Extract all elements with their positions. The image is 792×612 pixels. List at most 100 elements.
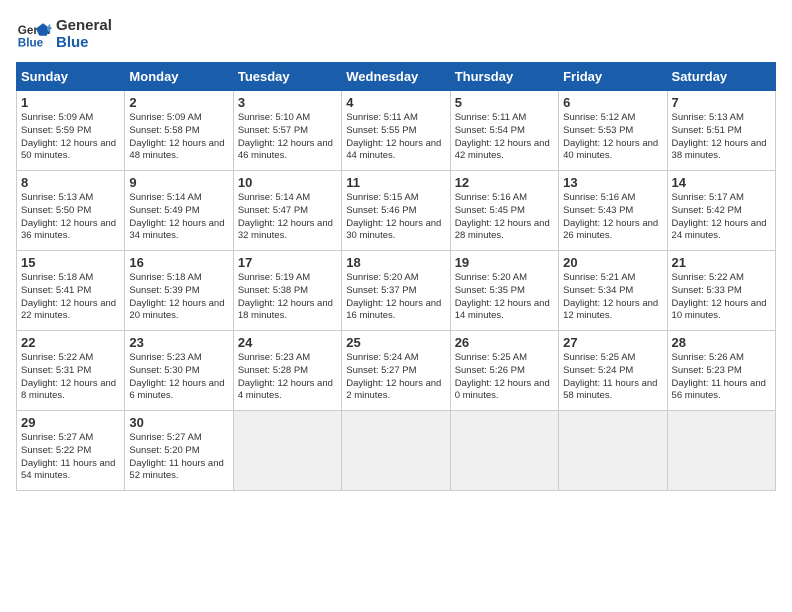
calendar-cell: 12 Sunrise: 5:16 AMSunset: 5:45 PMDayligh… [450,171,558,251]
day-info: Sunrise: 5:14 AMSunset: 5:49 PMDaylight:… [129,192,228,243]
day-number: 2 [129,95,228,110]
day-number: 29 [21,415,120,430]
day-number: 19 [455,255,554,270]
day-info: Sunrise: 5:16 AMSunset: 5:43 PMDaylight:… [563,192,662,243]
day-info: Sunrise: 5:20 AMSunset: 5:35 PMDaylight:… [455,272,554,323]
day-info: Sunrise: 5:18 AMSunset: 5:41 PMDaylight:… [21,272,120,323]
day-number: 30 [129,415,228,430]
calendar-cell [667,411,775,491]
calendar-cell: 19 Sunrise: 5:20 AMSunset: 5:35 PMDayligh… [450,251,558,331]
logo-icon: General Blue [16,16,52,52]
header-row: SundayMondayTuesdayWednesdayThursdayFrid… [17,63,776,91]
calendar-cell: 23 Sunrise: 5:23 AMSunset: 5:30 PMDayligh… [125,331,233,411]
calendar-cell: 26 Sunrise: 5:25 AMSunset: 5:26 PMDayligh… [450,331,558,411]
day-info: Sunrise: 5:11 AMSunset: 5:54 PMDaylight:… [455,112,554,163]
day-number: 17 [238,255,337,270]
week-row-3: 15 Sunrise: 5:18 AMSunset: 5:41 PMDayligh… [17,251,776,331]
calendar-cell [342,411,450,491]
week-row-2: 8 Sunrise: 5:13 AMSunset: 5:50 PMDaylight… [17,171,776,251]
day-number: 27 [563,335,662,350]
day-number: 9 [129,175,228,190]
day-info: Sunrise: 5:22 AMSunset: 5:33 PMDaylight:… [672,272,771,323]
calendar-cell: 8 Sunrise: 5:13 AMSunset: 5:50 PMDaylight… [17,171,125,251]
calendar-cell: 25Sunrise: 5:24 AMSunset: 5:27 PMDayligh… [342,331,450,411]
day-number: 16 [129,255,228,270]
header-monday: Monday [125,63,233,91]
calendar-cell [450,411,558,491]
day-info: Sunrise: 5:09 AMSunset: 5:59 PMDaylight:… [21,112,120,163]
day-info: Sunrise: 5:17 AMSunset: 5:42 PMDaylight:… [672,192,771,243]
header-thursday: Thursday [450,63,558,91]
day-info: Sunrise: 5:15 AMSunset: 5:46 PMDaylight:… [346,192,445,243]
day-number: 28 [672,335,771,350]
day-number: 10 [238,175,337,190]
day-info: Sunrise: 5:24 AMSunset: 5:27 PMDaylight:… [346,352,445,403]
calendar-cell [559,411,667,491]
day-info: Sunrise: 5:16 AMSunset: 5:45 PMDaylight:… [455,192,554,243]
day-info: Sunrise: 5:25 AMSunset: 5:26 PMDaylight:… [455,352,554,403]
calendar-cell: 3 Sunrise: 5:10 AMSunset: 5:57 PMDaylight… [233,91,341,171]
day-info: Sunrise: 5:12 AMSunset: 5:53 PMDaylight:… [563,112,662,163]
day-info: Sunrise: 5:10 AMSunset: 5:57 PMDaylight:… [238,112,337,163]
header-saturday: Saturday [667,63,775,91]
logo-general: General [56,17,112,34]
day-info: Sunrise: 5:21 AMSunset: 5:34 PMDaylight:… [563,272,662,323]
calendar-cell: 15 Sunrise: 5:18 AMSunset: 5:41 PMDayligh… [17,251,125,331]
day-number: 12 [455,175,554,190]
day-number: 23 [129,335,228,350]
day-info: Sunrise: 5:22 AMSunset: 5:31 PMDaylight:… [21,352,120,403]
day-number: 1 [21,95,120,110]
day-info: Sunrise: 5:27 AMSunset: 5:20 PMDaylight:… [129,432,228,483]
day-number: 15 [21,255,120,270]
day-number: 24 [238,335,337,350]
calendar-cell: 18 Sunrise: 5:20 AMSunset: 5:37 PMDayligh… [342,251,450,331]
day-number: 26 [455,335,554,350]
calendar-cell: 16 Sunrise: 5:18 AMSunset: 5:39 PMDayligh… [125,251,233,331]
calendar-cell: 6 Sunrise: 5:12 AMSunset: 5:53 PMDaylight… [559,91,667,171]
day-number: 6 [563,95,662,110]
header-tuesday: Tuesday [233,63,341,91]
day-info: Sunrise: 5:13 AMSunset: 5:50 PMDaylight:… [21,192,120,243]
day-number: 13 [563,175,662,190]
day-info: Sunrise: 5:23 AMSunset: 5:30 PMDaylight:… [129,352,228,403]
calendar-cell: 11 Sunrise: 5:15 AMSunset: 5:46 PMDayligh… [342,171,450,251]
calendar-cell: 28 Sunrise: 5:26 AMSunset: 5:23 PMDayligh… [667,331,775,411]
calendar-cell: 2 Sunrise: 5:09 AMSunset: 5:58 PMDaylight… [125,91,233,171]
day-number: 3 [238,95,337,110]
day-info: Sunrise: 5:26 AMSunset: 5:23 PMDaylight:… [672,352,771,403]
day-number: 5 [455,95,554,110]
calendar-cell: 21 Sunrise: 5:22 AMSunset: 5:33 PMDayligh… [667,251,775,331]
day-info: Sunrise: 5:20 AMSunset: 5:37 PMDaylight:… [346,272,445,323]
day-info: Sunrise: 5:11 AMSunset: 5:55 PMDaylight:… [346,112,445,163]
calendar-cell: 14Sunrise: 5:17 AMSunset: 5:42 PMDayligh… [667,171,775,251]
day-number: 8 [21,175,120,190]
calendar-cell: 9 Sunrise: 5:14 AMSunset: 5:49 PMDaylight… [125,171,233,251]
header-wednesday: Wednesday [342,63,450,91]
calendar-cell [233,411,341,491]
calendar-cell: 29 Sunrise: 5:27 AMSunset: 5:22 PMDayligh… [17,411,125,491]
week-row-1: 1 Sunrise: 5:09 AMSunset: 5:59 PMDaylight… [17,91,776,171]
header-friday: Friday [559,63,667,91]
svg-text:Blue: Blue [18,37,44,50]
logo: General Blue General Blue [16,16,112,52]
day-number: 11 [346,175,445,190]
day-info: Sunrise: 5:18 AMSunset: 5:39 PMDaylight:… [129,272,228,323]
calendar-cell: 27 Sunrise: 5:25 AMSunset: 5:24 PMDayligh… [559,331,667,411]
day-info: Sunrise: 5:14 AMSunset: 5:47 PMDaylight:… [238,192,337,243]
day-info: Sunrise: 5:27 AMSunset: 5:22 PMDaylight:… [21,432,120,483]
calendar-cell: 4Sunrise: 5:11 AMSunset: 5:55 PMDaylight… [342,91,450,171]
day-info: Sunrise: 5:09 AMSunset: 5:58 PMDaylight:… [129,112,228,163]
day-number: 18 [346,255,445,270]
header: General Blue General Blue [16,16,776,52]
calendar-table: SundayMondayTuesdayWednesdayThursdayFrid… [16,62,776,491]
calendar-cell: 1 Sunrise: 5:09 AMSunset: 5:59 PMDaylight… [17,91,125,171]
day-number: 21 [672,255,771,270]
calendar-cell: 30 Sunrise: 5:27 AMSunset: 5:20 PMDayligh… [125,411,233,491]
calendar-cell: 20Sunrise: 5:21 AMSunset: 5:34 PMDayligh… [559,251,667,331]
day-info: Sunrise: 5:25 AMSunset: 5:24 PMDaylight:… [563,352,662,403]
day-number: 22 [21,335,120,350]
day-info: Sunrise: 5:13 AMSunset: 5:51 PMDaylight:… [672,112,771,163]
calendar-cell: 13 Sunrise: 5:16 AMSunset: 5:43 PMDayligh… [559,171,667,251]
week-row-4: 22 Sunrise: 5:22 AMSunset: 5:31 PMDayligh… [17,331,776,411]
calendar-cell: 22 Sunrise: 5:22 AMSunset: 5:31 PMDayligh… [17,331,125,411]
